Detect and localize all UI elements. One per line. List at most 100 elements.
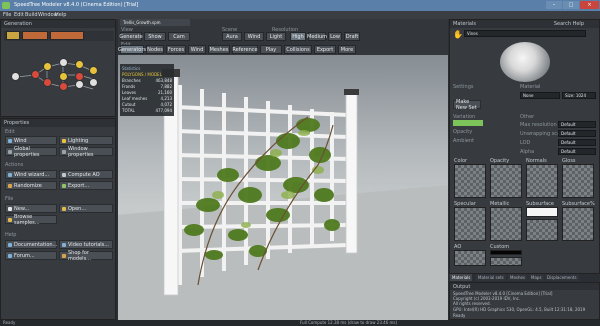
properties-title: Properties (1, 119, 115, 127)
collisions-button[interactable]: Collisions (284, 45, 312, 54)
menu-help[interactable]: Help (55, 12, 66, 18)
tab-maps[interactable]: Maps (529, 274, 544, 281)
randomize-button[interactable]: Randomize (5, 181, 57, 190)
res-low-button[interactable]: Low (328, 32, 342, 41)
graph-node[interactable] (43, 62, 52, 71)
meshes-button[interactable]: Meshes (208, 45, 230, 54)
output-title: Output (450, 283, 599, 290)
unwrapping-dropdown[interactable]: Default (558, 130, 596, 137)
menu-build[interactable]: Build (25, 12, 38, 18)
new-button[interactable]: New... (5, 204, 57, 213)
export-button[interactable]: Export... (59, 181, 113, 190)
hand-icon[interactable]: ✋ (453, 30, 463, 40)
res-medium-button[interactable]: Medium (307, 32, 327, 41)
document-tab[interactable]: Trellis_Growth.spm (120, 19, 190, 26)
material-preview[interactable] (500, 42, 550, 82)
gloss-map-slot[interactable] (562, 164, 594, 198)
edit-wind-button[interactable]: Wind (188, 45, 206, 54)
generation-graph[interactable] (3, 45, 115, 115)
graph-node[interactable] (31, 70, 40, 79)
scene-wind-button[interactable]: Wind (244, 32, 264, 41)
browse-icon (8, 218, 12, 222)
alpha-label: Alpha (520, 149, 535, 155)
app-icon (2, 2, 10, 9)
subsurface-pct-map-slot[interactable] (562, 207, 594, 241)
metallic-map-slot[interactable] (490, 207, 522, 241)
menu-edit[interactable]: Edit (14, 12, 24, 18)
show-button[interactable]: Show (144, 32, 166, 41)
menu-file[interactable]: File (3, 12, 11, 18)
minimize-button[interactable]: – (546, 1, 562, 9)
tab-displacements[interactable]: Displacements (545, 274, 579, 281)
ao-map-slot[interactable] (454, 250, 486, 266)
title-bar: SpeedTree Modeler v8.4.0 (Cinema Edition… (0, 0, 600, 11)
documentation-button[interactable]: Documentation... (5, 240, 57, 249)
material-selector[interactable]: Vines (464, 30, 586, 37)
video-tutorials-button[interactable]: Video tutorials... (59, 240, 113, 249)
close-button[interactable]: × (580, 1, 599, 9)
lighting-button[interactable]: Lighting (59, 136, 113, 145)
graph-node[interactable] (59, 82, 68, 91)
opacity-map-slot[interactable] (490, 164, 522, 198)
forum-button[interactable]: Forum... (5, 251, 57, 260)
color-map-slot[interactable] (454, 164, 486, 198)
open-button[interactable]: Open... (59, 204, 113, 213)
wind-wizard-button[interactable]: Wind wizard... (5, 170, 57, 179)
graph-node[interactable] (43, 78, 52, 87)
dice-icon (8, 184, 12, 188)
materials-panel: Materials Search Help Vines ✋ Settings M… (449, 19, 600, 274)
material-dropdown[interactable]: None (520, 92, 560, 99)
generation-toolbar (4, 31, 114, 41)
shop-models-button[interactable]: Shop for models... (59, 250, 113, 262)
camera-button[interactable]: Cam (168, 32, 190, 41)
alpha-dropdown[interactable]: Default (558, 148, 596, 155)
tree-icon[interactable] (6, 31, 20, 40)
maximize-button[interactable]: □ (563, 1, 579, 9)
compute-ao-button[interactable]: Compute AO (59, 170, 113, 179)
wind-icon (8, 139, 12, 143)
subsurface-map-slot[interactable] (526, 219, 558, 241)
gen-button-a[interactable] (22, 31, 48, 40)
global-properties-button[interactable]: Global properties (5, 146, 57, 158)
tab-materials[interactable]: Materials (450, 274, 473, 281)
subsurface-color-swatch[interactable] (526, 207, 558, 217)
graph-node[interactable] (75, 80, 84, 89)
aura-button[interactable]: Aura (222, 32, 242, 41)
more-button[interactable]: More (338, 45, 356, 54)
tab-meshes[interactable]: Meshes (508, 274, 528, 281)
generators-button[interactable]: Generators (118, 45, 146, 54)
res-draft-button[interactable]: Draft (344, 32, 360, 41)
graph-node[interactable] (59, 72, 68, 81)
size-field[interactable]: Size: 1024 (562, 92, 596, 99)
window-properties-button[interactable]: Window properties (59, 146, 113, 158)
viewport-timing: Full Compute 12.38 ms (draw to draw 23.4… (300, 320, 398, 325)
graph-node[interactable] (75, 60, 84, 69)
generate-button[interactable]: Generate (119, 32, 143, 41)
browse-samples-button[interactable]: Browse samples... (5, 214, 57, 226)
graph-node[interactable] (59, 58, 68, 67)
play-button[interactable]: Play (260, 45, 282, 54)
graph-node[interactable] (11, 72, 20, 81)
gen-button-b[interactable] (50, 31, 84, 40)
make-new-set-button[interactable]: Make New Set (453, 99, 481, 111)
graph-node[interactable] (89, 78, 98, 87)
nodes-button[interactable]: Nodes (146, 45, 164, 54)
export-icon (62, 184, 66, 188)
wind-button[interactable]: Wind (5, 136, 57, 145)
custom-color-swatch[interactable] (490, 250, 522, 255)
ambient-label: Ambient (453, 138, 475, 144)
custom-map-slot[interactable] (490, 257, 522, 266)
search-help[interactable]: Search Help (554, 21, 584, 27)
scene-light-button[interactable]: Light (266, 32, 286, 41)
reference-button[interactable]: Reference (232, 45, 258, 54)
forces-button[interactable]: Forces (166, 45, 186, 54)
max-resolution-dropdown[interactable]: Default (558, 121, 596, 128)
tab-material-sets[interactable]: Material sets (476, 274, 506, 281)
specular-map-slot[interactable] (454, 207, 486, 241)
normals-map-slot[interactable] (526, 164, 558, 198)
lod-dropdown[interactable]: Default (558, 139, 596, 146)
variation-color[interactable] (453, 120, 483, 126)
res-high-button[interactable]: High (290, 32, 306, 41)
export-toolbar-button[interactable]: Export (314, 45, 336, 54)
graph-node[interactable] (89, 66, 98, 75)
